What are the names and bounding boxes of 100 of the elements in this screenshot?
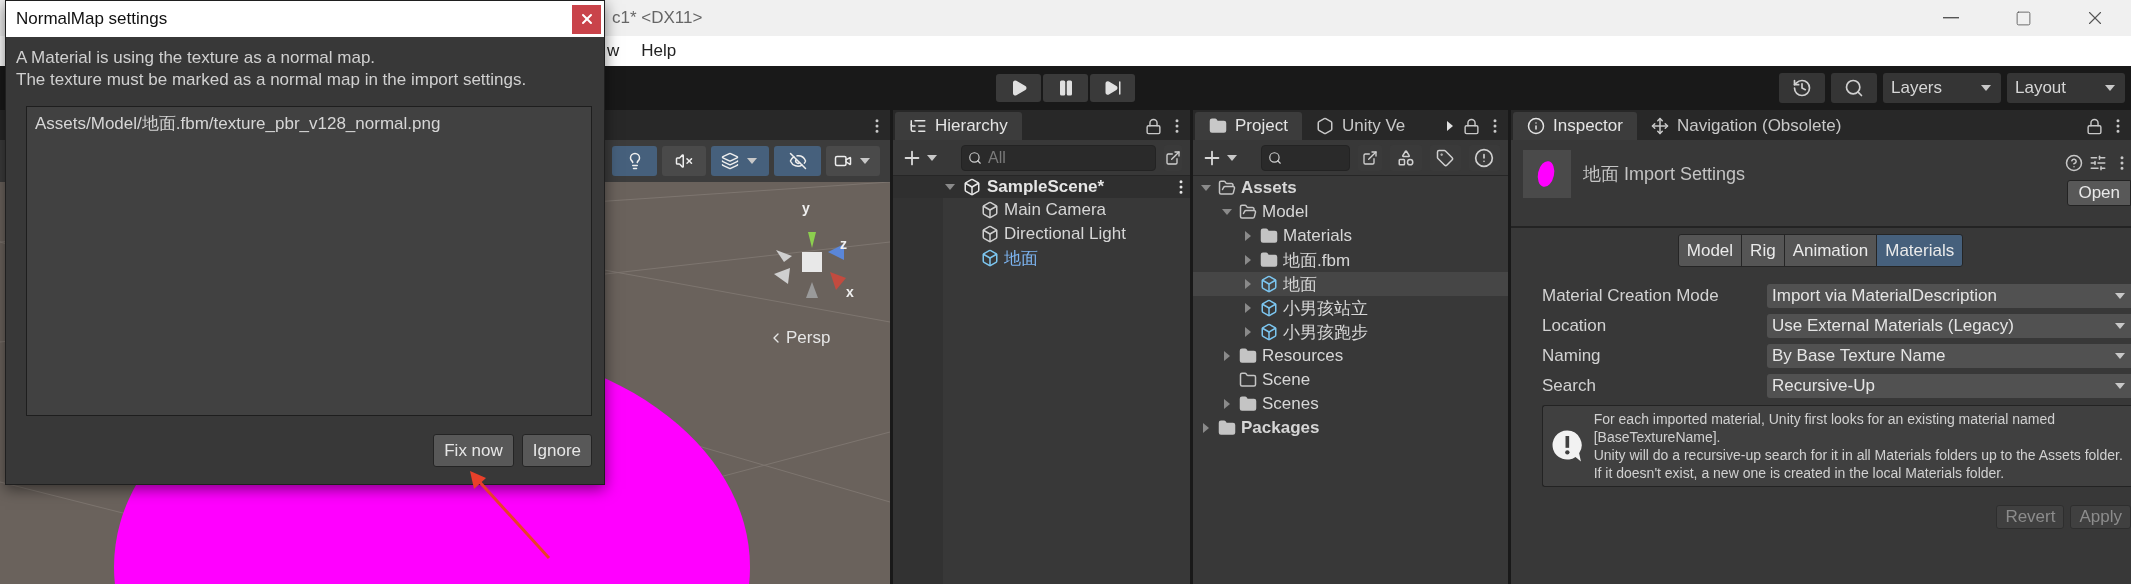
dialog-button[interactable]: Fix now [433, 434, 514, 467]
project-tree-item[interactable]: Resources [1193, 344, 1508, 368]
field-dropdown[interactable]: Import via MaterialDescription [1767, 284, 2131, 308]
help-icon[interactable] [2065, 154, 2083, 172]
step-icon [1103, 79, 1122, 97]
menu-item[interactable]: Help [641, 41, 677, 61]
mode-tab[interactable]: Model [1677, 234, 1743, 267]
project-tree-item[interactable]: Model [1193, 200, 1508, 224]
project-tree-item[interactable]: Scenes [1193, 392, 1508, 416]
folder-icon [1239, 395, 1257, 413]
minimize-icon [1943, 17, 1959, 19]
search-button[interactable] [1831, 73, 1877, 103]
search-icon [968, 150, 982, 165]
field-label: Search [1542, 376, 1597, 396]
cube-icon [981, 201, 999, 219]
scene-toggle-button[interactable] [662, 146, 706, 176]
layers-dropdown[interactable]: Layers [1883, 73, 2001, 103]
list-icon [909, 117, 927, 135]
hexagon-icon [1315, 117, 1334, 135]
mode-tab[interactable]: Animation [1783, 234, 1878, 267]
project-tree-item[interactable]: Assets [1193, 176, 1508, 200]
panel-tab[interactable]: Inspector [1513, 112, 1637, 140]
panel-tab[interactable]: Project [1195, 112, 1302, 140]
import-settings-title: 地面 Import Settings [1583, 163, 1746, 186]
project-tree-item[interactable]: Packages [1193, 416, 1508, 440]
panel-tab[interactable]: Unity Ve [1301, 112, 1420, 140]
menu-item[interactable]: w [607, 41, 620, 61]
hierarchy-item[interactable]: 地面 [893, 246, 1190, 270]
info-icon [1527, 117, 1545, 135]
move-icon [1650, 117, 1669, 135]
project-tree-item[interactable]: 地面 [1193, 272, 1508, 296]
history-button[interactable] [1779, 73, 1825, 103]
lock-icon[interactable] [1463, 117, 1480, 135]
search-icon [1844, 78, 1864, 98]
lock-icon[interactable] [1145, 117, 1162, 135]
cube-icon [1260, 323, 1278, 341]
lock-icon[interactable] [2086, 117, 2103, 135]
help-text: If it doesn't exist, a new one is created in the local Materials folder. [1593, 464, 2006, 482]
muted-speaker-icon [675, 152, 693, 170]
axis-label: x [846, 284, 854, 300]
folder-icon [1218, 419, 1236, 437]
hierarchy-item[interactable]: Main Camera [893, 198, 1190, 222]
axis-label: y [802, 200, 810, 216]
search-icon [1268, 150, 1282, 165]
hierarchy-item[interactable]: Directional Light [893, 222, 1190, 246]
projection-label[interactable]: Persp [768, 328, 831, 348]
folder-icon [1260, 227, 1278, 245]
cube-icon [981, 249, 999, 267]
open-folder-icon [1218, 179, 1236, 197]
field-dropdown[interactable]: By Base Texture Name [1767, 344, 2131, 368]
project-tree-item[interactable]: Materials [1193, 224, 1508, 248]
folder-icon [1209, 117, 1227, 135]
scene-toggle-button[interactable] [826, 146, 880, 176]
field-label: Naming [1542, 346, 1602, 366]
shapes-icon [1396, 148, 1415, 167]
help-text: For each imported material, Unity first looks for an existing material named [BaseTextureName]. [1593, 410, 2057, 446]
step-button[interactable] [1090, 74, 1135, 102]
scene-row[interactable]: SampleScene* [893, 176, 1190, 198]
picker-icon [1362, 149, 1379, 166]
field-label: Location [1542, 316, 1608, 336]
panel-tab[interactable]: Hierarchy [895, 112, 1022, 140]
scene-toggle-button[interactable] [612, 146, 657, 176]
project-tree-item[interactable]: 地面.fbm [1193, 248, 1508, 272]
search-field[interactable] [1261, 144, 1351, 171]
project-tree-item[interactable]: 小男孩跑步 [1193, 320, 1508, 344]
help-text: Unity will do a recursive-up search for it in all Materials folders up to the Assets folder. [1593, 446, 2124, 464]
tag-icon [1436, 148, 1455, 167]
scene-toggle-button[interactable] [711, 146, 769, 176]
window-title: c1* <DX11> [612, 8, 703, 28]
pause-button[interactable] [1043, 74, 1088, 102]
cube-icon [1260, 299, 1278, 317]
field-dropdown[interactable]: Use External Materials (Legacy) [1767, 314, 2131, 338]
project-tree-item[interactable]: 小男孩站立 [1193, 296, 1508, 320]
project-tree-item[interactable]: Scene [1193, 368, 1508, 392]
field-dropdown[interactable]: Recursive-Up [1767, 374, 2131, 398]
cube-icon [963, 178, 981, 196]
folder-icon [1260, 251, 1278, 269]
sliders-icon[interactable] [2089, 154, 2107, 172]
dialog-title: NormalMap settings [16, 9, 168, 29]
cube-icon [981, 225, 999, 243]
cube-icon [1260, 275, 1278, 293]
close-button[interactable] [572, 4, 601, 34]
search-field[interactable]: All [961, 144, 1156, 171]
field-label: Material Creation Mode [1542, 286, 1720, 306]
dialog-button[interactable]: Ignore [521, 434, 592, 467]
mode-tab[interactable]: Materials [1876, 234, 1964, 267]
layers-icon [721, 152, 739, 170]
alert-icon [1474, 147, 1495, 168]
maximize-icon [2014, 9, 2032, 27]
picker-icon [1165, 149, 1181, 166]
folder-icon [1239, 347, 1257, 365]
mode-tab[interactable]: Rig [1741, 234, 1785, 267]
panel-tab[interactable]: Navigation (Obsolete) [1636, 112, 1856, 140]
scene-toggle-button[interactable] [774, 146, 821, 176]
open-button[interactable]: Open [2067, 180, 2131, 206]
layout-dropdown[interactable]: Layout [2007, 73, 2125, 103]
play-button[interactable] [996, 74, 1041, 102]
dialog-message: The texture must be marked as a normal map in the import settings. [16, 69, 528, 91]
eye-off-icon [788, 152, 807, 170]
open-folder-icon [1239, 203, 1257, 221]
